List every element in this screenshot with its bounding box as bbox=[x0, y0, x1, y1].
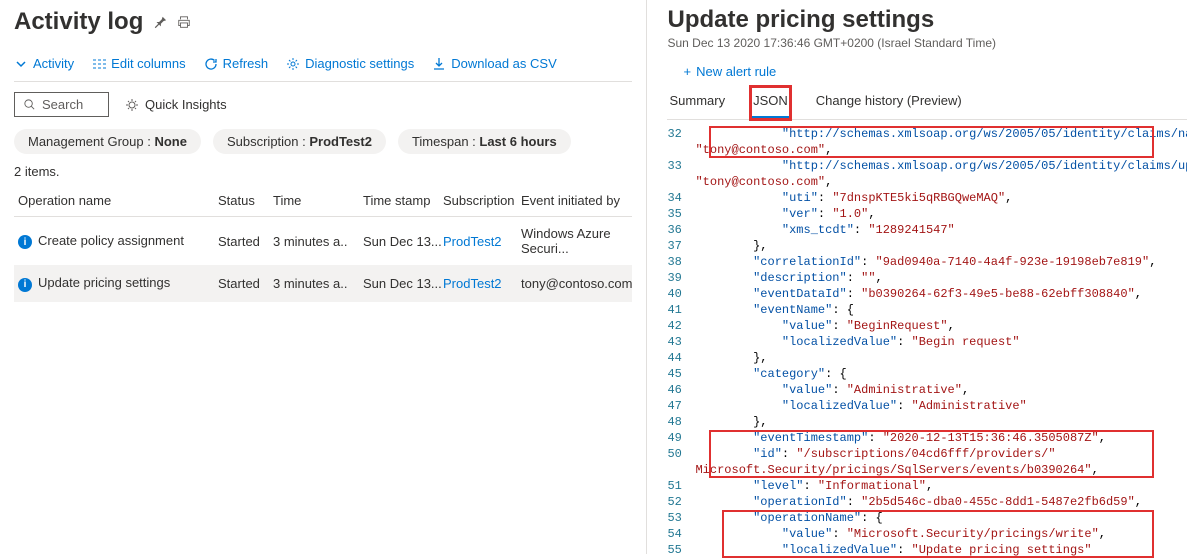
diagnostic-label: Diagnostic settings bbox=[305, 56, 414, 71]
json-line: 44 }, bbox=[667, 350, 1187, 366]
detail-title: Update pricing settings bbox=[667, 6, 1187, 34]
activity-dropdown[interactable]: Activity bbox=[14, 56, 74, 71]
json-line: 33 "http://schemas.xmlsoap.org/ws/2005/0… bbox=[667, 158, 1187, 174]
json-line: 34 "uti": "7dnspKTE5ki5qRBGQweMAQ", bbox=[667, 190, 1187, 206]
new-alert-label: New alert rule bbox=[696, 64, 776, 79]
json-line: 38 "correlationId": "9ad0940a-7140-4a4f-… bbox=[667, 254, 1187, 270]
json-line: 47 "localizedValue": "Administrative" bbox=[667, 398, 1187, 414]
json-viewer[interactable]: 32 "http://schemas.xmlsoap.org/ws/2005/0… bbox=[667, 126, 1187, 558]
row-status: Started bbox=[218, 234, 273, 249]
row-time: 3 minutes a.. bbox=[273, 234, 363, 249]
tab-summary[interactable]: Summary bbox=[667, 87, 727, 119]
quick-insights-label: Quick Insights bbox=[145, 97, 227, 112]
insights-icon bbox=[125, 98, 139, 112]
row-status: Started bbox=[218, 276, 273, 291]
col-time[interactable]: Time bbox=[273, 193, 363, 208]
download-label: Download as CSV bbox=[451, 56, 557, 71]
info-icon: i bbox=[18, 235, 32, 249]
json-line: 43 "localizedValue": "Begin request" bbox=[667, 334, 1187, 350]
columns-icon bbox=[92, 57, 106, 71]
new-alert-button[interactable]: + New alert rule bbox=[683, 64, 1187, 79]
row-sub-link[interactable]: ProdTest2 bbox=[443, 234, 521, 249]
json-line: 41 "eventName": { bbox=[667, 302, 1187, 318]
quick-insights-button[interactable]: Quick Insights bbox=[125, 97, 227, 112]
json-line: 37 }, bbox=[667, 238, 1187, 254]
filter-timespan[interactable]: Timespan : Last 6 hours bbox=[398, 129, 571, 154]
json-line: "tony@contoso.com", bbox=[667, 174, 1187, 190]
json-line: "tony@contoso.com", bbox=[667, 142, 1187, 158]
toolbar: Activity Edit columns Refresh Diagnostic… bbox=[14, 50, 632, 82]
tab-json[interactable]: JSON bbox=[751, 87, 790, 119]
col-event[interactable]: Event initiated by bbox=[521, 193, 632, 208]
refresh-label: Refresh bbox=[223, 56, 269, 71]
json-line: 53 "operationName": { bbox=[667, 510, 1187, 526]
json-line: 51 "level": "Informational", bbox=[667, 478, 1187, 494]
row-event: tony@contoso.com bbox=[521, 276, 632, 291]
json-line: 39 "description": "", bbox=[667, 270, 1187, 286]
col-operation[interactable]: Operation name bbox=[18, 193, 218, 208]
filter-sub[interactable]: Subscription : ProdTest2 bbox=[213, 129, 386, 154]
search-placeholder: Search bbox=[42, 97, 83, 112]
refresh-button[interactable]: Refresh bbox=[204, 56, 269, 71]
col-subscription[interactable]: Subscription bbox=[443, 193, 521, 208]
row-event: Windows Azure Securi... bbox=[521, 226, 632, 256]
json-line: 35 "ver": "1.0", bbox=[667, 206, 1187, 222]
json-line: 40 "eventDataId": "b0390264-62f3-49e5-be… bbox=[667, 286, 1187, 302]
print-icon[interactable] bbox=[177, 15, 191, 29]
item-count: 2 items. bbox=[14, 164, 632, 179]
chevron-down-icon bbox=[14, 57, 28, 71]
json-line: 42 "value": "BeginRequest", bbox=[667, 318, 1187, 334]
table-row[interactable]: i Create policy assignment Started 3 minu… bbox=[14, 217, 632, 266]
json-line: 32 "http://schemas.xmlsoap.org/ws/2005/0… bbox=[667, 126, 1187, 142]
refresh-icon bbox=[204, 57, 218, 71]
json-line: 55 "localizedValue": "Update pricing set… bbox=[667, 542, 1187, 558]
json-line: 45 "category": { bbox=[667, 366, 1187, 382]
edit-columns-label: Edit columns bbox=[111, 56, 185, 71]
search-icon bbox=[23, 98, 36, 111]
detail-subtitle: Sun Dec 13 2020 17:36:46 GMT+0200 (Israe… bbox=[667, 36, 1187, 50]
row-time: 3 minutes a.. bbox=[273, 276, 363, 291]
plus-icon: + bbox=[683, 64, 691, 79]
pin-icon[interactable] bbox=[153, 15, 167, 29]
col-status[interactable]: Status bbox=[218, 193, 273, 208]
activity-label: Activity bbox=[33, 56, 74, 71]
filter-mg[interactable]: Management Group : None bbox=[14, 129, 201, 154]
info-icon: i bbox=[18, 278, 32, 292]
json-line: 48 }, bbox=[667, 414, 1187, 430]
row-stamp: Sun Dec 13... bbox=[363, 276, 443, 291]
search-input[interactable]: Search bbox=[14, 92, 109, 117]
row-sub-link[interactable]: ProdTest2 bbox=[443, 276, 521, 291]
json-line: 52 "operationId": "2b5d546c-dba0-455c-8d… bbox=[667, 494, 1187, 510]
edit-columns-button[interactable]: Edit columns bbox=[92, 56, 185, 71]
page-title: Activity log bbox=[14, 8, 143, 36]
json-line: Microsoft.Security/pricings/SqlServers/e… bbox=[667, 462, 1187, 478]
json-line: 46 "value": "Administrative", bbox=[667, 382, 1187, 398]
grid-header: Operation name Status Time Time stamp Su… bbox=[14, 185, 632, 217]
json-line: 49 "eventTimestamp": "2020-12-13T15:36:4… bbox=[667, 430, 1187, 446]
download-icon bbox=[432, 57, 446, 71]
tab-history[interactable]: Change history (Preview) bbox=[814, 87, 964, 119]
row-op: Create policy assignment bbox=[38, 233, 184, 248]
row-stamp: Sun Dec 13... bbox=[363, 234, 443, 249]
json-line: 50 "id": "/subscriptions/04cd6fff/provid… bbox=[667, 446, 1187, 462]
json-line: 36 "xms_tcdt": "1289241547" bbox=[667, 222, 1187, 238]
gear-icon bbox=[286, 57, 300, 71]
json-line: 54 "value": "Microsoft.Security/pricings… bbox=[667, 526, 1187, 542]
diagnostic-button[interactable]: Diagnostic settings bbox=[286, 56, 414, 71]
row-op: Update pricing settings bbox=[38, 275, 170, 290]
table-row[interactable]: i Update pricing settings Started 3 minut… bbox=[14, 266, 632, 302]
download-csv-button[interactable]: Download as CSV bbox=[432, 56, 557, 71]
col-timestamp[interactable]: Time stamp bbox=[363, 193, 443, 208]
